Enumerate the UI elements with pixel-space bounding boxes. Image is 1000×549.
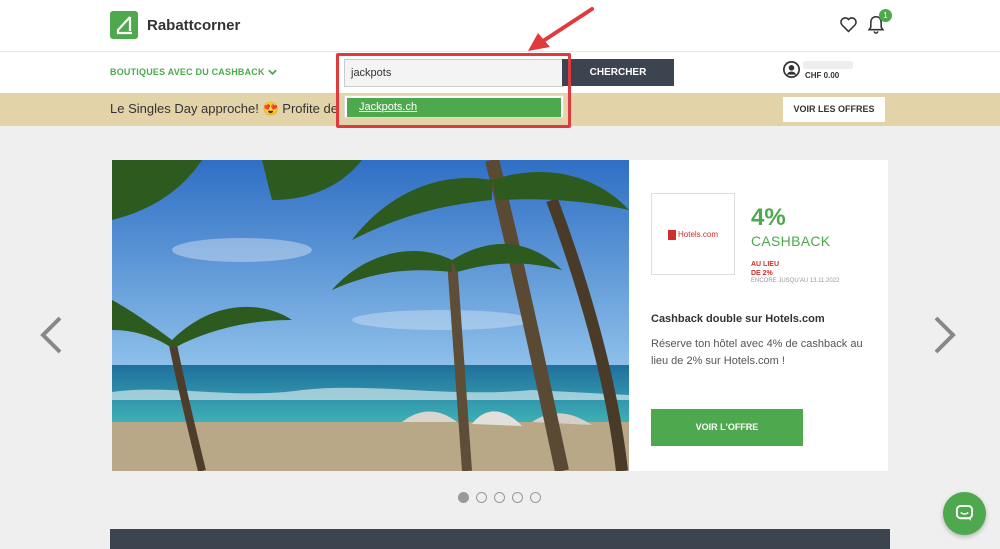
chevron-down-icon [267, 69, 277, 75]
chat-button[interactable] [943, 492, 986, 535]
instead-of: AU LIEU DE 2% [751, 260, 779, 278]
partner-logo[interactable]: Hotels.com [651, 193, 735, 275]
view-offers-button[interactable]: VOIR LES OFFRES [783, 97, 885, 122]
carousel-dot[interactable] [476, 492, 487, 503]
heart-icon[interactable] [839, 16, 858, 33]
logo-icon [110, 11, 138, 39]
top-header: Rabattcorner 1 [0, 0, 1000, 52]
cashback-label: CASHBACK [751, 233, 831, 249]
deal-card: Hotels.com 4% CASHBACK AU LIEU DE 2% ENC… [629, 160, 888, 471]
account-menu[interactable]: CHF 0.00 [783, 61, 853, 80]
chevron-left-icon[interactable] [38, 315, 64, 355]
hotels-logo-icon [668, 230, 676, 240]
shops-link-label: BOUTIQUES AVEC DU CASHBACK [110, 67, 265, 77]
chevron-right-icon[interactable] [932, 315, 958, 355]
instead-line-1: AU LIEU [751, 261, 779, 268]
instead-line-2: DE 2% [751, 270, 773, 277]
annotation-arrow-icon [528, 7, 594, 51]
carousel-dots [458, 492, 548, 503]
chat-icon [955, 504, 974, 522]
annotation-highlight-box [336, 53, 571, 128]
promo-text: Le Singles Day approche! 😍 Profite de [110, 101, 338, 116]
deal-description: Réserve ton hôtel avec 4% de cashback au… [651, 338, 863, 367]
user-avatar-icon [783, 61, 800, 78]
deal-title: Cashback double sur Hotels.com [651, 313, 825, 325]
logo-text: Rabattcorner [147, 16, 241, 34]
logo[interactable]: Rabattcorner [110, 11, 240, 39]
shops-with-cashback-link[interactable]: BOUTIQUES AVEC DU CASHBACK [110, 67, 277, 77]
account-balance: CHF 0.00 [805, 71, 840, 80]
search-button[interactable]: CHERCHER [562, 59, 674, 86]
account-name-redacted [803, 61, 853, 69]
carousel-dot[interactable] [494, 492, 505, 503]
carousel-dot[interactable] [512, 492, 523, 503]
partner-name: Hotels.com [678, 230, 719, 239]
view-offer-button[interactable]: VOIR L'OFFRE [651, 409, 803, 446]
account-summary-bar [110, 529, 890, 549]
hero-image[interactable] [112, 160, 629, 471]
cashback-percent: 4% [751, 204, 786, 231]
notification-badge: 1 [879, 9, 892, 22]
valid-until: ENCORE JUSQU'AU 13.11.2022 [751, 278, 840, 284]
carousel-dot[interactable] [458, 492, 469, 503]
carousel-dot[interactable] [530, 492, 541, 503]
